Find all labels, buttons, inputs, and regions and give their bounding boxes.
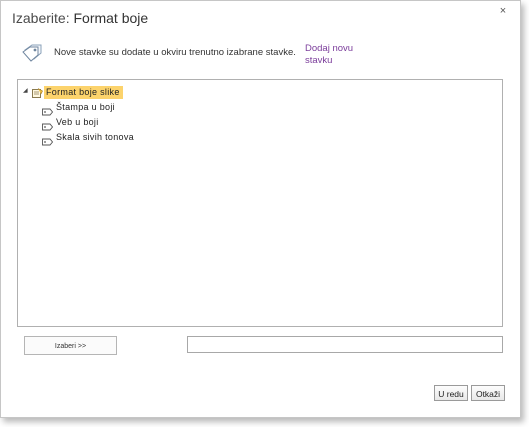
info-message: Nove stavke su dodate u okviru trenutno … <box>54 47 296 58</box>
term-icon <box>42 133 54 151</box>
add-new-item-link[interactable]: Dodaj novu stavku <box>305 43 365 67</box>
dialog-title-prefix: Izaberite: <box>12 10 70 26</box>
tags-icon <box>22 42 44 67</box>
term-picker-dialog: Izaberite: Format boje × Nove stavke su … <box>0 0 521 418</box>
close-icon[interactable]: × <box>497 5 509 17</box>
tree-item-label: Štampa u boji <box>56 102 115 112</box>
dialog-title: Izaberite: Format boje <box>12 10 148 26</box>
cancel-button[interactable]: Otkaži <box>471 385 505 401</box>
ok-button[interactable]: U redu <box>434 385 468 401</box>
term-set-icon <box>32 86 43 104</box>
term-tree: ◢ Format boje slike Štampa u boji Veb u … <box>17 79 503 327</box>
tree-item-label: Veb u boji <box>56 117 99 127</box>
dialog-title-name: Format boje <box>73 10 149 26</box>
selected-terms-field[interactable] <box>187 336 503 353</box>
tree-item-label: Skala sivih tonova <box>56 132 134 142</box>
select-button[interactable]: Izaberi >> <box>24 336 117 355</box>
tree-root-item[interactable]: Format boje slike <box>44 86 123 99</box>
collapse-toggle-icon[interactable]: ◢ <box>23 87 28 94</box>
